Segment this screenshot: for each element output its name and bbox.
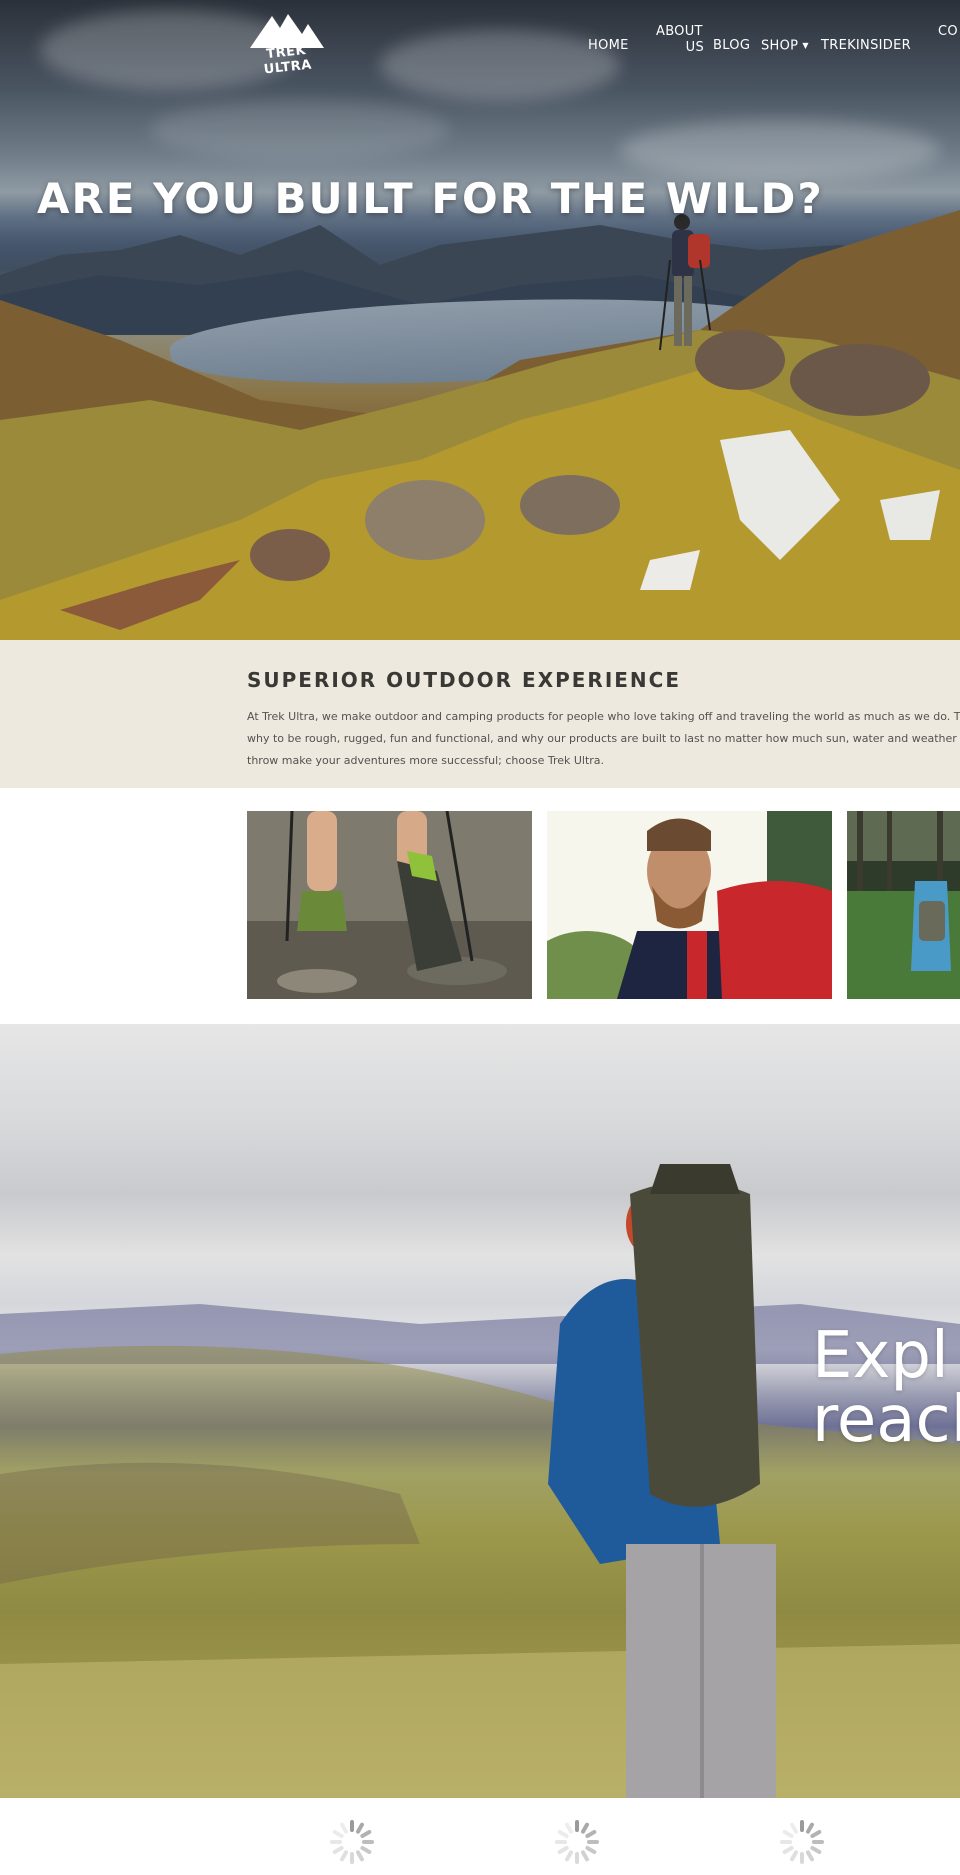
loading-spinner-icon xyxy=(780,1820,824,1864)
hero-section: TREK ULTRA HOME ABOUT US BLOG SHOP ▼ TREK… xyxy=(0,0,960,640)
gallery-image-forest-hikers[interactable] xyxy=(847,811,960,999)
banner-headline: Expl reacl xyxy=(812,1324,960,1452)
main-navigation: HOME ABOUT US BLOG SHOP ▼ TREKINSIDER CO xyxy=(0,24,960,64)
nav-shop-label: SHOP xyxy=(761,38,799,54)
banner-headline-line2: reacl xyxy=(812,1383,960,1457)
bearded-backpacker-photo xyxy=(547,811,832,999)
loading-spinner-icon xyxy=(330,1820,374,1864)
hero-title: ARE YOU BUILT FOR THE WILD? xyxy=(37,174,824,223)
nav-trekinsider[interactable]: TREKINSIDER xyxy=(821,38,911,54)
mountain-ridge xyxy=(0,210,960,640)
nav-blog[interactable]: BLOG xyxy=(713,38,750,54)
nav-home[interactable]: HOME xyxy=(588,38,629,54)
intro-title: SUPERIOR OUTDOOR EXPERIENCE xyxy=(247,668,682,692)
loading-spinner-icon xyxy=(555,1820,599,1864)
explore-banner: Expl reacl xyxy=(0,1024,960,1798)
forest-hikers-photo xyxy=(847,811,960,999)
gallery-image-backpacker[interactable] xyxy=(547,811,832,999)
hiking-boots-photo xyxy=(247,811,532,999)
gallery-image-hiking-boots[interactable] xyxy=(247,811,532,999)
image-gallery xyxy=(0,788,960,1024)
intro-text: At Trek Ultra, we make outdoor and campi… xyxy=(247,710,960,767)
nav-about-line1: ABOUT xyxy=(656,24,703,39)
hiker-figure xyxy=(659,214,711,351)
nav-shop[interactable]: SHOP ▼ xyxy=(761,38,809,55)
intro-section: SUPERIOR OUTDOOR EXPERIENCE At Trek Ultr… xyxy=(0,640,960,788)
banner-headline-line1: Expl xyxy=(812,1319,949,1393)
loading-row xyxy=(0,1798,960,1875)
nav-about-us[interactable]: ABOUT US xyxy=(656,24,704,56)
nav-about-line2: US xyxy=(685,40,704,55)
nav-contact[interactable]: CO xyxy=(938,24,958,40)
chevron-down-icon: ▼ xyxy=(802,41,809,50)
